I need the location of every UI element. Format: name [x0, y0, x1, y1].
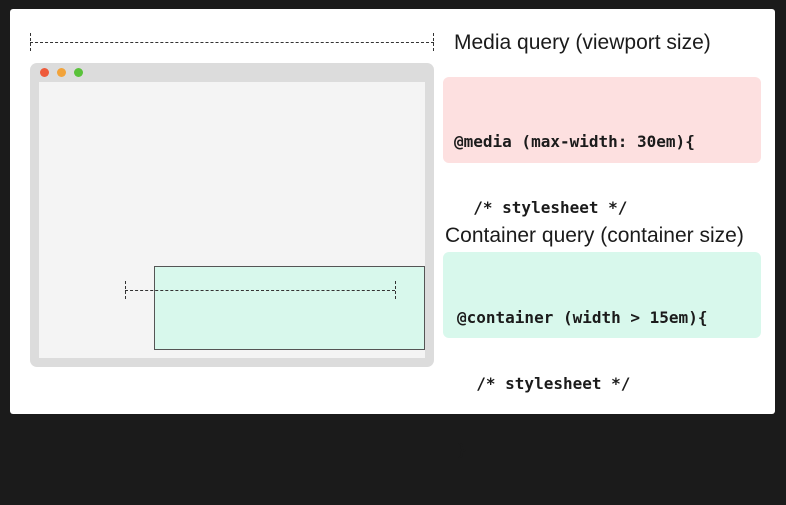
maximize-dot-icon — [74, 68, 83, 77]
media-query-label: Media query (viewport size) — [454, 31, 711, 54]
diagram-canvas: Media query (viewport size) @media (max-… — [10, 9, 775, 459]
container-query-code: @container (width > 15em){ /* stylesheet… — [443, 252, 761, 459]
code-line: /* stylesheet */ — [454, 198, 628, 217]
container-query-label: Container query (container size) — [445, 224, 744, 247]
code-line: /* stylesheet */ — [457, 374, 631, 393]
browser-viewport — [39, 82, 425, 358]
close-dot-icon — [40, 68, 49, 77]
code-line: @container (width > 15em){ — [457, 308, 708, 327]
code-line: @media (max-width: 30em){ — [454, 132, 695, 151]
code-line: } — [457, 440, 467, 459]
minimize-dot-icon — [57, 68, 66, 77]
container-element — [154, 266, 425, 350]
media-query-code: @media (max-width: 30em){ /* stylesheet … — [443, 77, 761, 283]
browser-window — [30, 63, 434, 367]
